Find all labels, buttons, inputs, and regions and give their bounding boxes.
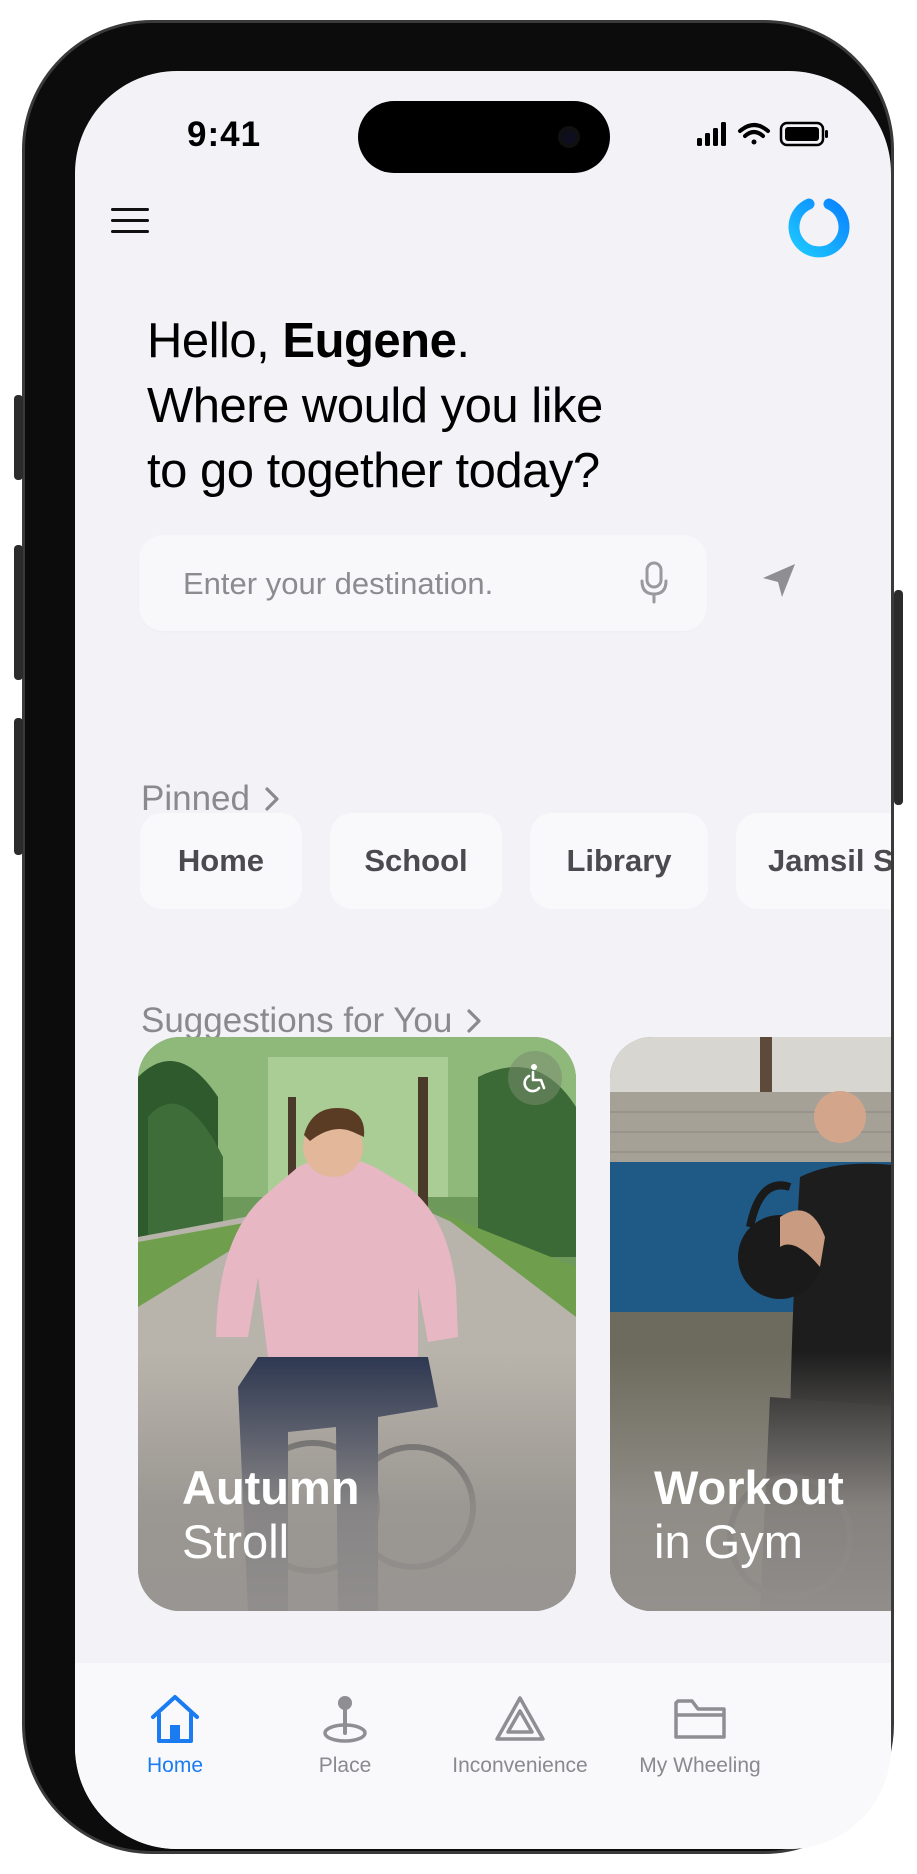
battery-icon [779, 121, 828, 147]
user-name: Eugene [282, 314, 457, 368]
tab-label: My Wheeling [639, 1754, 761, 1777]
side-button-volume-up [14, 545, 23, 680]
greeting-line3: to go together today? [147, 444, 600, 498]
greeting-period: . [456, 314, 470, 368]
side-button-volume-down [14, 718, 23, 855]
home-icon [151, 1695, 199, 1743]
card-title: Workout in Gym [654, 1461, 844, 1569]
map-pin-icon [323, 1696, 367, 1743]
tab-label: Inconvenience [452, 1754, 588, 1777]
front-camera [558, 126, 580, 148]
suggestion-card-workout-gym[interactable]: Workout in Gym [610, 1037, 891, 1611]
hamburger-menu-icon[interactable] [111, 208, 151, 238]
suggestion-card-autumn-stroll[interactable]: Autumn Stroll [138, 1037, 576, 1611]
microphone-icon[interactable] [639, 561, 669, 610]
greeting-hello: Hello, [147, 314, 283, 368]
tab-my-wheeling[interactable]: My Wheeling [595, 1693, 805, 1778]
wifi-icon [738, 123, 770, 145]
pinned-chip-library[interactable]: Library [530, 813, 708, 909]
pinned-chip-jamsil[interactable]: Jamsil S [736, 813, 891, 909]
card-title-sub: in Gym [654, 1515, 803, 1568]
wheelchair-icon [508, 1051, 562, 1105]
destination-search-box[interactable] [139, 535, 707, 631]
side-button-action [14, 395, 23, 480]
status-icons [697, 121, 829, 152]
card-title-main: Workout [654, 1461, 844, 1514]
dynamic-island [358, 101, 610, 173]
destination-input[interactable] [181, 559, 605, 609]
status-bar-icons [697, 121, 828, 147]
folder-icon [674, 1699, 726, 1739]
phone-frame: 9:41 Hello, Eugene. Where would you like… [22, 20, 894, 1854]
suggestions-title: Suggestions for You [141, 1001, 453, 1040]
cellular-signal-icon [697, 122, 726, 146]
card-title-sub: Stroll [182, 1515, 290, 1568]
app-logo-icon[interactable] [787, 196, 851, 260]
side-button-power [894, 590, 903, 805]
card-title: Autumn Stroll [182, 1461, 360, 1569]
greeting-line2: Where would you like [147, 379, 603, 433]
tab-inconvenience[interactable]: Inconvenience [415, 1693, 625, 1778]
card-title-main: Autumn [182, 1461, 360, 1514]
pinned-chip-school[interactable]: School [330, 813, 502, 909]
status-time: 9:41 [187, 115, 262, 154]
bottom-tab-bar: Home Place Inconvenience My Wheeling [75, 1663, 891, 1849]
pinned-chip-home[interactable]: Home [140, 813, 302, 909]
location-arrow-icon[interactable] [759, 561, 799, 606]
greeting-heading: Hello, Eugene. Where would you like to g… [147, 309, 747, 504]
warning-triangle-icon [495, 1696, 545, 1741]
app-screen: 9:41 Hello, Eugene. Where would you like… [75, 71, 891, 1849]
